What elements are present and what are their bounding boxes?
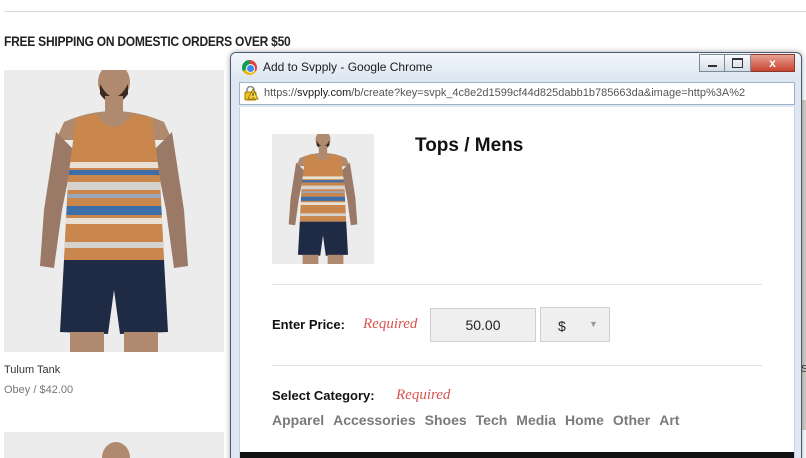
product-price: Obey / $42.00 <box>4 384 74 396</box>
category-option-home[interactable]: Home <box>565 412 604 428</box>
model-photo <box>4 70 224 352</box>
category-title: Tops / Mens <box>415 135 524 156</box>
window-titlebar[interactable]: Add to Svpply - Google Chrome x <box>231 53 801 81</box>
url-text: https://svpply.com/b/create?key=svpk_4c8… <box>264 87 792 99</box>
url-host: svpply.com <box>297 87 352 99</box>
category-required-note: Required <box>396 387 451 403</box>
thumbnail-photo <box>272 134 374 264</box>
shipping-banner: FREE SHIPPING ON DOMESTIC ORDERS OVER $5… <box>4 33 291 49</box>
address-bar[interactable]: https://svpply.com/b/create?key=svpk_4c8… <box>239 82 795 105</box>
top-divider <box>4 11 806 12</box>
category-option-tech[interactable]: Tech <box>476 412 508 428</box>
url-scheme: https:// <box>264 87 298 99</box>
maximize-button[interactable] <box>725 54 751 72</box>
footer-bar <box>240 452 794 458</box>
window-controls: x <box>699 54 795 73</box>
divider <box>272 365 762 366</box>
category-option-shoes[interactable]: Shoes <box>425 412 467 428</box>
warning-icon[interactable] <box>244 86 259 101</box>
category-option-other[interactable]: Other <box>613 412 650 428</box>
category-option-art[interactable]: Art <box>659 412 679 428</box>
product-thumbnail <box>272 134 374 264</box>
category-option-accessories[interactable]: Accessories <box>333 412 416 428</box>
product-image[interactable] <box>4 70 224 352</box>
currency-select[interactable]: $ ▼ <box>540 307 610 342</box>
url-path: /b/create?key=svpk_4c8e2d1599cf44d825dab… <box>351 87 746 99</box>
price-label: Enter Price: <box>272 317 345 332</box>
category-label: Select Category: <box>272 388 375 403</box>
model-photo-2 <box>4 432 224 458</box>
close-button[interactable]: x <box>751 54 795 72</box>
product-name[interactable]: Tulum Tank <box>4 364 60 376</box>
category-option-media[interactable]: Media <box>516 412 556 428</box>
category-option-apparel[interactable]: Apparel <box>272 412 324 428</box>
chevron-down-icon: ▼ <box>589 319 598 329</box>
price-required-note: Required <box>363 316 418 332</box>
currency-value: $ <box>558 318 566 334</box>
minimize-button[interactable] <box>699 54 725 72</box>
chrome-icon <box>242 60 257 75</box>
close-icon: x <box>769 56 776 70</box>
divider <box>272 284 762 285</box>
category-list: Apparel Accessories Shoes Tech Media Hom… <box>272 412 679 428</box>
product-image-2[interactable] <box>4 432 224 458</box>
price-input[interactable]: 50.00 <box>430 308 536 342</box>
popup-window: Add to Svpply - Google Chrome x https://… <box>230 52 802 458</box>
popup-content: Tops / Mens Enter Price: Required 50.00 … <box>239 107 795 458</box>
window-title: Add to Svpply - Google Chrome <box>263 60 433 74</box>
